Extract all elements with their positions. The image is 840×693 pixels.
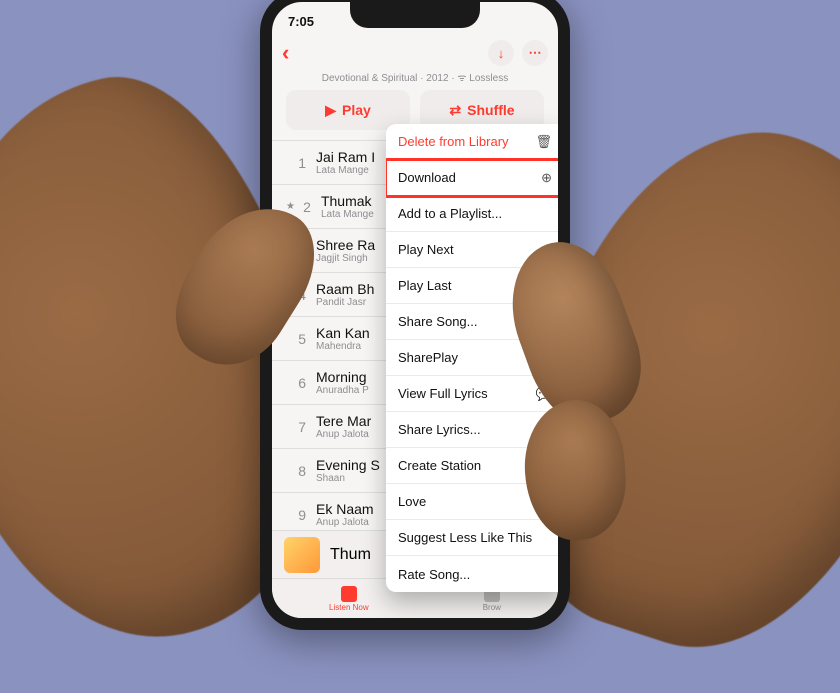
nav-bar: ‹ ↓ ⋯ xyxy=(272,36,558,70)
track-artist: Mahendra xyxy=(316,341,370,352)
status-time: 7:05 xyxy=(288,14,314,29)
menu-label: Play Next xyxy=(398,242,454,257)
track-artist: Anuradha P xyxy=(316,385,369,396)
track-title: Jai Ram I xyxy=(316,149,375,165)
listen-now-icon xyxy=(341,586,357,602)
menu-label: View Full Lyrics xyxy=(398,386,488,401)
star-icon: ★ xyxy=(286,201,295,212)
track-artist: Shaan xyxy=(316,473,380,484)
now-playing-title: Thum xyxy=(330,546,371,564)
menu-label: SharePlay xyxy=(398,350,458,365)
menu-suggest-less[interactable]: Suggest Less Like This xyxy=(386,520,564,556)
menu-label: Create Station xyxy=(398,458,481,473)
track-number: 2 xyxy=(297,199,311,215)
track-number: 6 xyxy=(286,375,306,391)
track-artist: Lata Mange xyxy=(321,209,374,220)
menu-label: Suggest Less Like This xyxy=(398,530,532,545)
track-artist: Jagjit Singh xyxy=(316,253,375,264)
trash-icon: 🗑 xyxy=(535,134,552,150)
track-number: 9 xyxy=(286,507,306,523)
tab-label: Brow xyxy=(483,603,501,612)
notch xyxy=(350,2,480,28)
track-number: 8 xyxy=(286,463,306,479)
track-artist: Lata Mange xyxy=(316,165,375,176)
play-icon: ▶ xyxy=(325,102,336,119)
menu-add-to-playlist[interactable]: Add to a Playlist... xyxy=(386,196,564,232)
track-artist: Pandit Jasr xyxy=(316,297,374,308)
shuffle-label: Shuffle xyxy=(467,102,514,118)
play-label: Play xyxy=(342,102,371,118)
menu-label: Play Last xyxy=(398,278,451,293)
menu-label: Share Lyrics... xyxy=(398,422,481,437)
more-button[interactable]: ⋯ xyxy=(522,40,548,66)
track-number: 7 xyxy=(286,419,306,435)
track-title: Evening S xyxy=(316,457,380,473)
download-circle-icon: ⊕ xyxy=(541,170,552,186)
track-title: Shree Ra xyxy=(316,237,375,253)
album-meta: Devotional & Spiritual · 2012 · ᯤ Lossle… xyxy=(272,70,558,84)
track-artist: Anup Jalota xyxy=(316,429,371,440)
track-number: 1 xyxy=(286,155,306,171)
track-title: Thumak xyxy=(321,193,374,209)
tab-listen-now[interactable]: Listen Now xyxy=(329,586,369,612)
menu-label: Add to a Playlist... xyxy=(398,206,502,221)
menu-rate-song[interactable]: Rate Song... xyxy=(386,556,564,592)
track-title: Kan Kan xyxy=(316,325,370,341)
menu-label: Share Song... xyxy=(398,314,478,329)
track-title: Raam Bh xyxy=(316,281,374,297)
menu-label: Delete from Library xyxy=(398,134,509,149)
tab-label: Listen Now xyxy=(329,603,369,612)
menu-label: Love xyxy=(398,494,426,509)
track-title: Tere Mar xyxy=(316,413,371,429)
track-number: 5 xyxy=(286,331,306,347)
download-button[interactable]: ↓ xyxy=(488,40,514,66)
menu-delete-from-library[interactable]: Delete from Library 🗑 xyxy=(386,124,564,160)
now-playing-art xyxy=(284,537,320,573)
track-title: Morning xyxy=(316,369,369,385)
menu-label: Download xyxy=(398,170,456,185)
back-button[interactable]: ‹ xyxy=(282,40,289,66)
menu-download[interactable]: Download ⊕ xyxy=(386,160,564,196)
shuffle-icon: ⇄ xyxy=(449,102,461,119)
track-artist: Anup Jalota xyxy=(316,517,374,528)
menu-label: Rate Song... xyxy=(398,567,470,582)
track-title: Ek Naam xyxy=(316,501,374,517)
